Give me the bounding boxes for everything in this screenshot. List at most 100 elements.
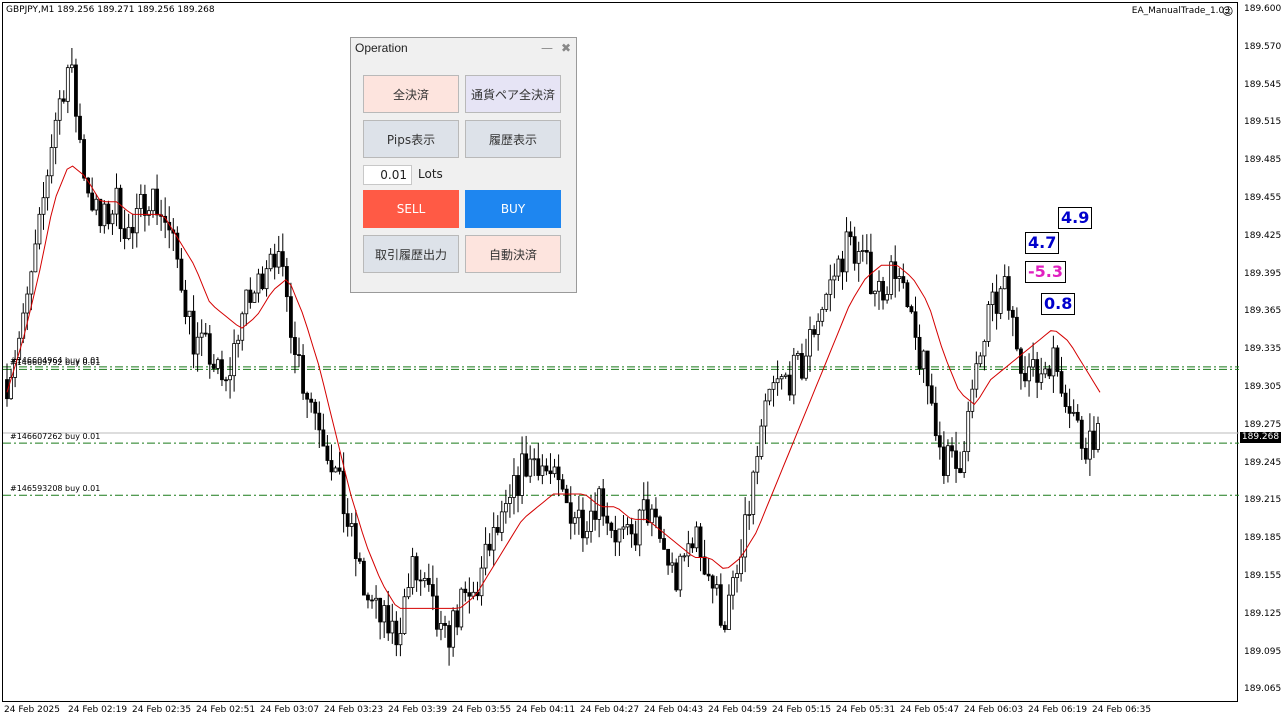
- candle-body: [451, 610, 456, 648]
- candle-body: [739, 556, 743, 575]
- price-tick: 189.570: [1244, 41, 1282, 52]
- operation-panel[interactable]: Operation — ✖ 全決済 通貨ペア全決済 Pips表示 履歴表示 0.…: [350, 37, 577, 293]
- candle-body: [589, 510, 593, 532]
- candle-body: [353, 523, 358, 560]
- candle-body: [941, 446, 946, 476]
- pips-label: 0.8: [1041, 293, 1076, 315]
- candle-body: [503, 503, 508, 513]
- candle-body: [1083, 447, 1088, 460]
- candle-body: [621, 526, 626, 530]
- candle-body: [256, 273, 261, 294]
- candle-body: [998, 288, 1003, 314]
- lots-input[interactable]: 0.01: [363, 165, 412, 185]
- candle-body: [337, 467, 342, 472]
- candle-body: [126, 226, 131, 239]
- time-tick: 24 Feb 03:55: [452, 705, 512, 715]
- candle-body: [637, 509, 642, 546]
- candle-body: [138, 193, 143, 209]
- order-label: #146607262 buy 0.01: [10, 432, 101, 442]
- chart-window[interactable]: [2, 2, 1239, 703]
- candle-body: [678, 555, 683, 591]
- candle-body: [966, 410, 971, 453]
- candle-body: [463, 588, 468, 594]
- candle-body: [840, 258, 845, 273]
- candle-body: [508, 497, 512, 504]
- candle-body: [155, 188, 159, 216]
- price-tick: 189.065: [1244, 684, 1282, 695]
- candle-body: [65, 67, 70, 102]
- candle-body: [414, 556, 419, 581]
- candle-body: [1006, 276, 1011, 311]
- candle-body: [110, 213, 115, 225]
- candle-body: [670, 562, 675, 566]
- price-tick: 189.125: [1244, 608, 1282, 619]
- auto-close-button[interactable]: 自動決済: [465, 235, 561, 273]
- candle-body: [937, 435, 942, 448]
- candle-body: [925, 350, 930, 387]
- candle-body: [1014, 316, 1019, 350]
- candle-body: [909, 306, 914, 313]
- candle-body: [856, 251, 861, 264]
- candle-body: [333, 467, 338, 473]
- candle-body: [962, 451, 967, 474]
- minimize-icon[interactable]: —: [541, 41, 553, 55]
- candle-body: [698, 526, 703, 558]
- candle-body: [410, 556, 415, 588]
- candle-body: [844, 231, 849, 273]
- candle-body: [325, 445, 330, 461]
- time-tick: 24 Feb 04:59: [708, 705, 768, 715]
- candle-body: [556, 466, 561, 481]
- candle-body: [771, 382, 776, 390]
- candle-body: [974, 363, 979, 390]
- export-history-button[interactable]: 取引履歴出力: [363, 235, 459, 273]
- sell-button[interactable]: SELL: [363, 190, 459, 228]
- candle-body: [970, 388, 975, 412]
- history-display-button[interactable]: 履歴表示: [465, 120, 561, 158]
- price-chart[interactable]: [3, 3, 1239, 703]
- price-tick: 189.185: [1244, 533, 1282, 544]
- candle-body: [544, 465, 549, 472]
- pips-label: 4.9: [1058, 207, 1093, 229]
- pips-display-button[interactable]: Pips表示: [363, 120, 459, 158]
- order-label: #146609792 buy 0.01: [10, 358, 101, 368]
- time-tick: 24 Feb 05:47: [900, 705, 960, 715]
- order-label: #146593208 buy 0.01: [10, 484, 101, 494]
- candle-body: [731, 577, 735, 596]
- buy-button[interactable]: BUY: [465, 190, 561, 228]
- candle-body: [516, 475, 520, 496]
- price-tick: 189.485: [1244, 155, 1282, 166]
- candle-body: [37, 213, 42, 245]
- candle-body: [402, 596, 407, 634]
- candle-body: [293, 337, 297, 355]
- candle-body: [33, 243, 38, 273]
- candle-body: [443, 623, 447, 626]
- candle-body: [341, 470, 346, 515]
- close-icon[interactable]: ✖: [561, 41, 571, 55]
- candle-body: [321, 429, 326, 447]
- smiley-icon[interactable]: ☺: [1222, 5, 1233, 18]
- candle-body: [755, 456, 760, 473]
- candle-body: [439, 623, 443, 630]
- chart-title: GBPJPY,M1 189.256 189.271 189.256 189.26…: [6, 5, 215, 15]
- candle-body: [873, 290, 877, 295]
- close-pair-button[interactable]: 通貨ペア全決済: [465, 75, 561, 113]
- candle-body: [540, 465, 545, 476]
- candle-body: [779, 376, 784, 380]
- candle-body: [722, 624, 727, 630]
- candle-body: [836, 258, 841, 277]
- candle-body: [751, 471, 756, 515]
- candle-body: [613, 530, 618, 543]
- candle-body: [727, 594, 731, 630]
- candle-body: [114, 187, 119, 215]
- candle-body: [422, 577, 427, 582]
- candle-body: [264, 268, 269, 290]
- candle-body: [491, 527, 496, 551]
- candle-body: [280, 251, 285, 267]
- candle-body: [787, 374, 792, 396]
- price-tick: 189.455: [1244, 193, 1282, 203]
- candle-body: [329, 460, 334, 473]
- close-all-button[interactable]: 全決済: [363, 75, 459, 113]
- candle-body: [244, 289, 249, 315]
- candle-body: [90, 192, 95, 211]
- time-tick: 24 Feb 05:31: [836, 705, 896, 715]
